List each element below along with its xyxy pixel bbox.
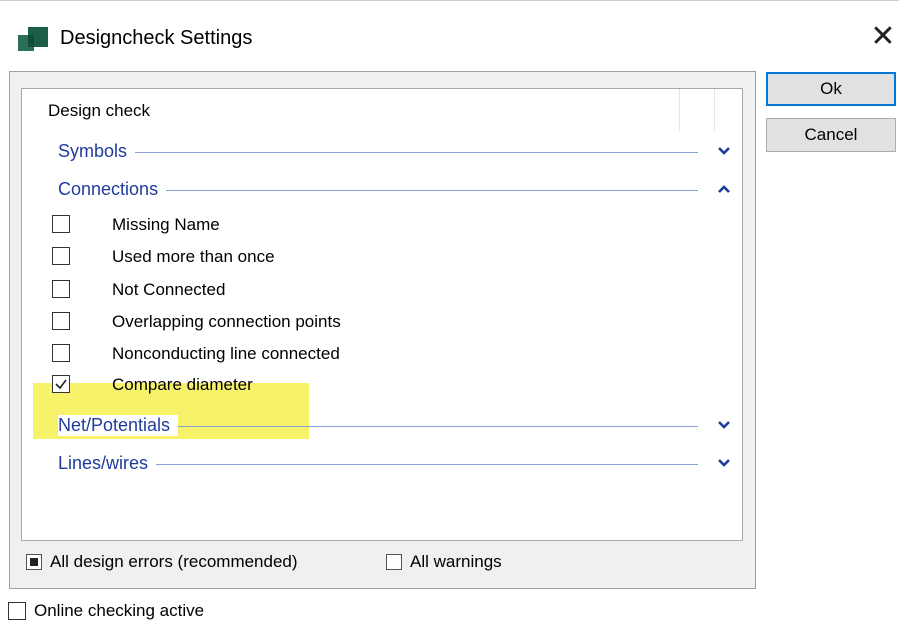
cancel-button[interactable]: Cancel <box>766 118 896 152</box>
title-bar: Designcheck Settings ✕ <box>0 1 899 73</box>
check-item-label: Not Connected <box>112 280 226 299</box>
check-item-compare-diameter[interactable]: Compare diameter <box>40 371 700 401</box>
section-label: Connections <box>58 179 167 200</box>
close-icon[interactable]: ✕ <box>868 19 898 55</box>
checkbox-checked[interactable] <box>52 375 70 393</box>
chevron-up-icon[interactable] <box>714 177 734 201</box>
all-warnings-label: All warnings <box>410 552 502 571</box>
checkmark-icon <box>55 379 67 390</box>
chevron-down-icon[interactable] <box>714 413 734 437</box>
section-lines-wires[interactable]: Lines/wires <box>58 449 738 479</box>
checkbox[interactable] <box>52 344 70 362</box>
checkbox[interactable] <box>52 247 70 265</box>
section-net-potentials[interactable]: Net/Potentials <box>58 411 738 441</box>
checkbox[interactable] <box>52 215 70 233</box>
list-header-label: Design check <box>48 101 151 120</box>
check-item-label: Compare diameter <box>112 375 253 394</box>
column-divider <box>679 89 680 131</box>
check-item-missing-name[interactable]: Missing Name <box>40 211 700 241</box>
check-item-label: Overlapping connection points <box>112 312 341 331</box>
column-divider <box>714 89 715 131</box>
app-logo-icon <box>18 27 48 51</box>
ok-button[interactable]: Ok <box>766 72 896 106</box>
checkbox[interactable] <box>386 554 402 570</box>
check-item-not-connected[interactable]: Not Connected <box>40 276 700 306</box>
check-item-label: Missing Name <box>112 215 220 234</box>
check-item-label: Nonconducting line connected <box>112 344 340 363</box>
list-header: Design check <box>36 89 742 131</box>
checkbox[interactable] <box>52 280 70 298</box>
section-label: Lines/wires <box>58 453 157 474</box>
indeterminate-mark <box>30 558 38 566</box>
design-check-list: Design check Symbols Connections Missing… <box>21 88 743 541</box>
check-item-overlapping-connection-points[interactable]: Overlapping connection points <box>40 308 700 338</box>
check-item-label: Used more than once <box>112 247 275 266</box>
window-title: Designcheck Settings <box>60 27 253 49</box>
section-label: Net/Potentials <box>58 415 179 436</box>
section-symbols[interactable]: Symbols <box>58 137 738 167</box>
checkbox[interactable] <box>52 312 70 330</box>
section-label: Symbols <box>58 141 136 162</box>
chevron-down-icon[interactable] <box>714 451 734 475</box>
checkbox[interactable] <box>8 602 26 620</box>
section-connections[interactable]: Connections <box>58 175 738 205</box>
settings-panel: Design check Symbols Connections Missing… <box>9 71 756 589</box>
checkbox-indeterminate[interactable] <box>26 554 42 570</box>
check-item-nonconducting-line-connected[interactable]: Nonconducting line connected <box>40 340 700 370</box>
chevron-down-icon[interactable] <box>714 139 734 163</box>
online-checking-label: Online checking active <box>34 601 205 620</box>
all-design-errors-label: All design errors (recommended) <box>50 552 298 571</box>
section-divider <box>58 152 698 153</box>
check-item-used-more-than-once[interactable]: Used more than once <box>40 243 700 273</box>
